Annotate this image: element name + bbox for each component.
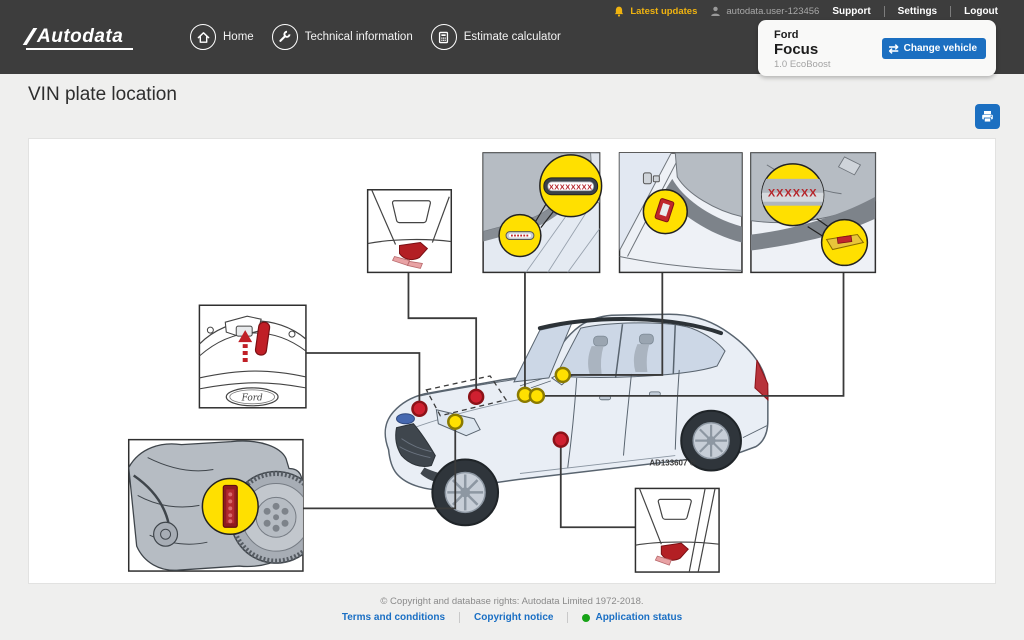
vehicle-model: Focus bbox=[774, 41, 818, 58]
logo-slash-icon bbox=[23, 28, 38, 45]
copyright-notice-link[interactable]: Copyright notice bbox=[474, 612, 553, 623]
nav-item-estimate-calculator[interactable]: Estimate calculator bbox=[431, 24, 561, 50]
settings-link[interactable]: Settings bbox=[898, 6, 937, 17]
separator bbox=[567, 612, 568, 623]
marker-yellow-engine-block bbox=[448, 415, 462, 429]
wrench-icon bbox=[272, 24, 298, 50]
separator bbox=[459, 612, 460, 623]
page-title: VIN plate location bbox=[28, 84, 177, 106]
nav-label: Home bbox=[223, 31, 254, 43]
marker-yellow-door-jamb bbox=[556, 368, 570, 382]
print-button[interactable] bbox=[975, 104, 1000, 129]
nav-item-home[interactable]: Home bbox=[190, 24, 254, 50]
marker-red-door-sill bbox=[554, 433, 568, 447]
image-reference: AD133607 © bbox=[649, 459, 695, 468]
ford-badge-text: Ford bbox=[241, 393, 263, 403]
change-vehicle-button[interactable]: ⇄ Change vehicle bbox=[882, 38, 986, 59]
callout-engine-block bbox=[129, 440, 322, 571]
change-vehicle-label: Change vehicle bbox=[904, 43, 977, 54]
callout-windscreen-base-vin: XXXXXXXX bbox=[483, 153, 601, 272]
front-wheel bbox=[432, 460, 498, 526]
vin-location-diagram: AD133607 © bbox=[29, 139, 995, 583]
person-icon bbox=[710, 5, 721, 17]
callout-windscreen-sticker bbox=[368, 190, 452, 273]
separator bbox=[884, 6, 885, 17]
nav-label: Technical information bbox=[305, 31, 413, 43]
bell-icon bbox=[613, 5, 625, 18]
callout-door-jamb-label bbox=[620, 153, 742, 272]
main-nav: Home Technical information Estimate calc… bbox=[190, 24, 561, 50]
callout-windscreen-sticker-2 bbox=[635, 488, 719, 572]
autodata-app: Autodata Home Technical information Esti… bbox=[0, 0, 1024, 640]
utility-bar: Latest updates autodata.user-123456 Supp… bbox=[613, 4, 998, 18]
nav-item-technical-information[interactable]: Technical information bbox=[272, 24, 413, 50]
vehicle-card: Ford Focus 1.0 EcoBoost ⇄ Change vehicle bbox=[758, 20, 996, 76]
swap-arrows-icon: ⇄ bbox=[889, 44, 899, 54]
application-status-label: Application status bbox=[595, 612, 682, 623]
terms-link[interactable]: Terms and conditions bbox=[342, 612, 445, 623]
vehicle-make: Ford bbox=[774, 29, 798, 41]
vehicle-variant: 1.0 EcoBoost bbox=[774, 59, 831, 70]
separator bbox=[950, 6, 951, 17]
marker-red-hood-front bbox=[412, 402, 426, 416]
vin-mask-long-text: XXXXXXXX bbox=[549, 182, 593, 191]
latest-updates-link[interactable]: Latest updates bbox=[613, 5, 697, 18]
footer: © Copyright and database rights: Autodat… bbox=[0, 596, 1024, 623]
support-link[interactable]: Support bbox=[832, 6, 870, 17]
marker-red-windscreen-sticker bbox=[469, 390, 483, 404]
application-status-link[interactable]: Application status bbox=[582, 612, 682, 623]
vin-mask-short-text: XXXXXX bbox=[768, 188, 818, 200]
footer-links: Terms and conditions Copyright notice Ap… bbox=[0, 612, 1024, 623]
home-icon bbox=[190, 24, 216, 50]
printer-icon bbox=[980, 109, 995, 124]
user-menu[interactable]: autodata.user-123456 bbox=[710, 5, 819, 17]
username-label: autodata.user-123456 bbox=[726, 6, 819, 17]
callout-engine-cover: Ford bbox=[199, 305, 306, 408]
logo-text: Autodata bbox=[37, 28, 123, 45]
diagram-panel: AD133607 © bbox=[28, 138, 996, 584]
copyright-text: © Copyright and database rights: Autodat… bbox=[0, 596, 1024, 607]
status-green-dot bbox=[582, 614, 590, 622]
marker-yellow-floor-plate bbox=[530, 389, 544, 403]
calculator-icon bbox=[431, 24, 457, 50]
autodata-logo[interactable]: Autodata bbox=[26, 28, 133, 50]
logout-link[interactable]: Logout bbox=[964, 6, 998, 17]
nav-label: Estimate calculator bbox=[464, 31, 561, 43]
latest-updates-label: Latest updates bbox=[630, 6, 697, 17]
callout-floor-vin: XXXXXX bbox=[751, 153, 875, 272]
